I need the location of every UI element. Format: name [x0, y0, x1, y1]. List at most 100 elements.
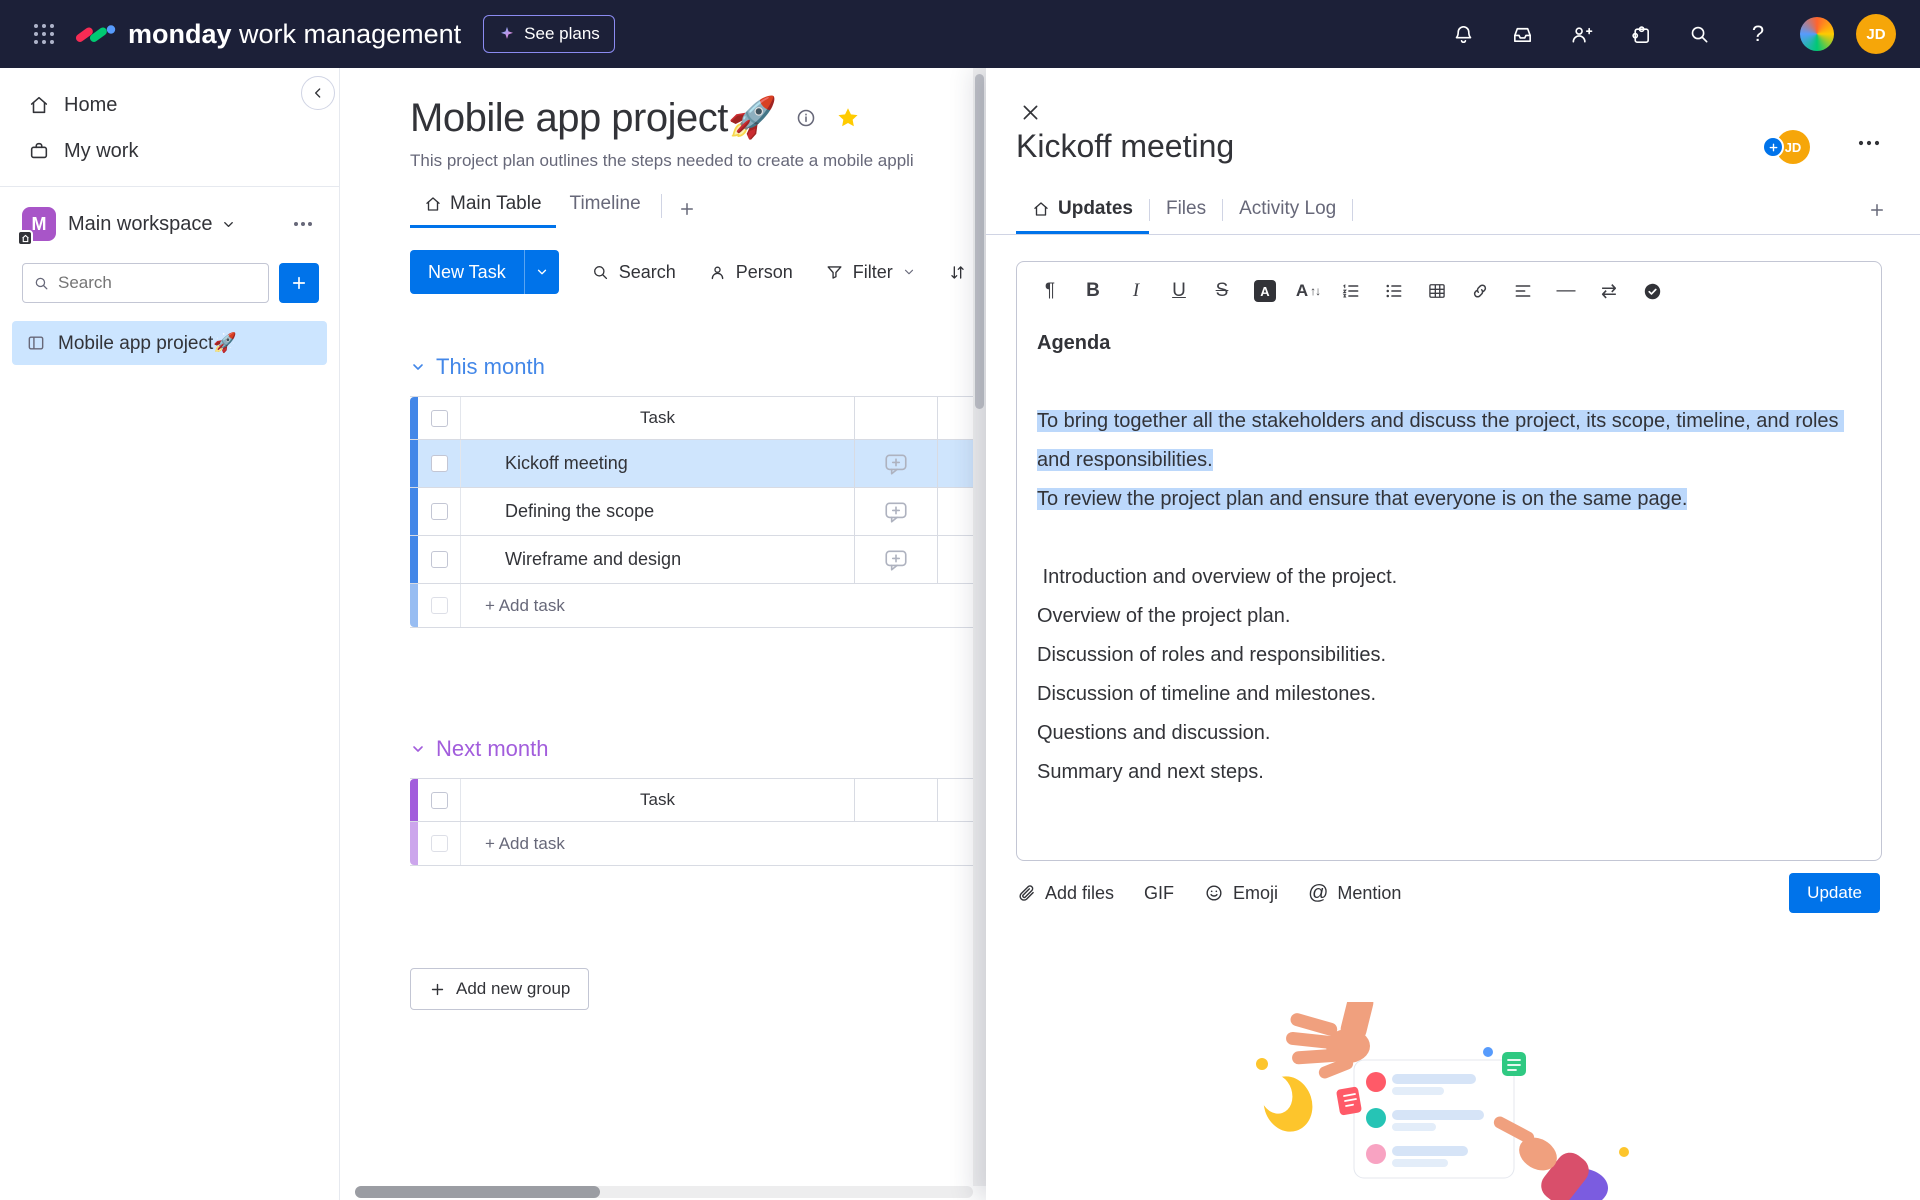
- add-task-label[interactable]: + Add task: [461, 822, 565, 865]
- select-all-checkbox[interactable]: [431, 792, 448, 809]
- sidebar-collapse-button[interactable]: [301, 76, 335, 110]
- product-switcher-icon[interactable]: [1797, 14, 1837, 54]
- close-icon[interactable]: [1012, 94, 1048, 130]
- help-label: ?: [1752, 21, 1764, 47]
- update-editor[interactable]: ¶ B I U S A A↑↓: [1016, 261, 1882, 861]
- add-new-group-button[interactable]: Add new group: [410, 968, 589, 1010]
- horizontal-scrollbar-thumb[interactable]: [355, 1186, 600, 1198]
- add-files-button[interactable]: Add files: [1016, 883, 1114, 904]
- tab-updates[interactable]: Updates: [1016, 186, 1149, 234]
- group-header-this-month[interactable]: This month: [410, 354, 986, 380]
- new-task-dropdown-icon[interactable]: [524, 250, 559, 294]
- add-update-chat-icon[interactable]: [855, 488, 938, 535]
- task-row-wireframe-and-design[interactable]: Wireframe and design: [410, 536, 986, 584]
- text-color-icon[interactable]: A: [1250, 276, 1280, 306]
- task-row-kickoff-meeting[interactable]: Kickoff meeting: [410, 440, 986, 488]
- underline-icon[interactable]: U: [1164, 276, 1194, 306]
- group-collapse-icon[interactable]: [410, 741, 426, 757]
- user-avatar[interactable]: JD: [1856, 14, 1896, 54]
- sidebar-item-my-work[interactable]: My work: [0, 128, 339, 174]
- sidebar-board-item[interactable]: Mobile app project🚀: [12, 321, 327, 365]
- item-subscribers[interactable]: JD: [1762, 130, 1810, 164]
- select-all-checkbox[interactable]: [431, 410, 448, 427]
- task-name[interactable]: Wireframe and design: [461, 536, 855, 583]
- italic-icon[interactable]: I: [1121, 276, 1151, 306]
- add-task-label[interactable]: + Add task: [461, 584, 565, 627]
- toolbar-filter[interactable]: Filter: [825, 262, 916, 283]
- text-direction-icon[interactable]: ⇄: [1594, 276, 1624, 306]
- workspace-avatar-letter: M: [32, 214, 47, 235]
- task-name[interactable]: Kickoff meeting: [461, 440, 855, 487]
- sidebar-nav: Home My work: [0, 68, 339, 174]
- sidebar-divider: [0, 186, 339, 187]
- add-task-row[interactable]: + Add task: [410, 584, 986, 628]
- tab-timeline[interactable]: Timeline: [556, 185, 655, 228]
- link-icon[interactable]: [1465, 276, 1495, 306]
- tab-main-table[interactable]: Main Table: [410, 185, 556, 228]
- add-task-row[interactable]: + Add task: [410, 822, 986, 866]
- toolbar-search[interactable]: Search: [591, 262, 676, 283]
- horizontal-scrollbar[interactable]: [355, 1186, 973, 1198]
- bold-icon[interactable]: B: [1078, 276, 1108, 306]
- vertical-scrollbar[interactable]: [973, 68, 986, 1186]
- item-title[interactable]: Kickoff meeting: [1016, 128, 1234, 165]
- task-checkbox[interactable]: [431, 551, 448, 568]
- mention-button[interactable]: @ Mention: [1308, 882, 1401, 905]
- workspace-switcher[interactable]: M Main workspace: [0, 195, 339, 253]
- gif-button[interactable]: GIF: [1144, 883, 1174, 904]
- ordered-list-icon[interactable]: [1336, 276, 1366, 306]
- item-options-icon[interactable]: [1852, 134, 1886, 152]
- strikethrough-icon[interactable]: S: [1207, 276, 1237, 306]
- sidebar-search-box[interactable]: [22, 263, 269, 303]
- task-checkbox[interactable]: [431, 455, 448, 472]
- tab-activity-log[interactable]: Activity Log: [1223, 186, 1352, 234]
- sidebar-item-label: Home: [64, 94, 117, 117]
- paragraph-style-icon[interactable]: ¶: [1035, 276, 1065, 306]
- emoji-button[interactable]: Emoji: [1204, 883, 1278, 904]
- add-update-chat-icon[interactable]: [855, 536, 938, 583]
- apps-marketplace-puzzle-icon[interactable]: [1620, 14, 1660, 54]
- new-task-button[interactable]: New Task: [410, 250, 559, 294]
- column-header-task[interactable]: Task: [461, 397, 855, 439]
- vertical-scrollbar-thumb[interactable]: [975, 74, 984, 409]
- add-update-chat-icon[interactable]: [855, 440, 938, 487]
- toolbar-sort[interactable]: [948, 263, 967, 282]
- group-collapse-icon[interactable]: [410, 359, 426, 375]
- add-subscriber-icon[interactable]: [1762, 136, 1784, 158]
- favorite-star-icon[interactable]: [835, 105, 861, 131]
- info-icon[interactable]: [795, 107, 817, 129]
- help-icon[interactable]: ?: [1738, 14, 1778, 54]
- checklist-icon[interactable]: [1637, 276, 1667, 306]
- task-table-this-month: Task Kickoff meeting Defining: [410, 396, 986, 628]
- add-view-icon[interactable]: [668, 192, 706, 228]
- sidebar-search-row: [0, 253, 339, 303]
- tab-files[interactable]: Files: [1150, 186, 1222, 234]
- invite-user-icon[interactable]: [1561, 14, 1601, 54]
- apps-grid-icon[interactable]: [24, 14, 64, 54]
- inbox-tray-icon[interactable]: [1502, 14, 1542, 54]
- add-board-button[interactable]: [279, 263, 319, 303]
- see-plans-button[interactable]: See plans: [483, 15, 615, 53]
- sidebar-item-home[interactable]: Home: [0, 82, 339, 128]
- bullet-list-icon[interactable]: [1379, 276, 1409, 306]
- workspace-options-icon[interactable]: [287, 215, 319, 233]
- add-tab-icon[interactable]: [1868, 201, 1886, 219]
- column-header-task[interactable]: Task: [461, 779, 855, 821]
- toolbar-person[interactable]: Person: [708, 262, 793, 283]
- board-title[interactable]: Mobile app project🚀: [410, 94, 777, 141]
- monday-logo-icon[interactable]: [74, 19, 116, 49]
- sidebar-search-input[interactable]: [58, 273, 268, 293]
- horizontal-rule-icon[interactable]: —: [1551, 276, 1581, 306]
- search-icon[interactable]: [1679, 14, 1719, 54]
- task-name[interactable]: Defining the scope: [461, 488, 855, 535]
- notifications-bell-icon[interactable]: [1443, 14, 1483, 54]
- task-row-defining-the-scope[interactable]: Defining the scope: [410, 488, 986, 536]
- editor-content[interactable]: Agenda To bring together all the stakeho…: [1017, 310, 1881, 792]
- font-size-icon[interactable]: A↑↓: [1293, 276, 1323, 306]
- update-button[interactable]: Update: [1789, 873, 1880, 913]
- task-checkbox[interactable]: [431, 503, 448, 520]
- group-header-next-month[interactable]: Next month: [410, 736, 986, 762]
- sidebar-board-label: Mobile app project🚀: [58, 331, 237, 355]
- table-icon[interactable]: [1422, 276, 1452, 306]
- align-text-icon[interactable]: [1508, 276, 1538, 306]
